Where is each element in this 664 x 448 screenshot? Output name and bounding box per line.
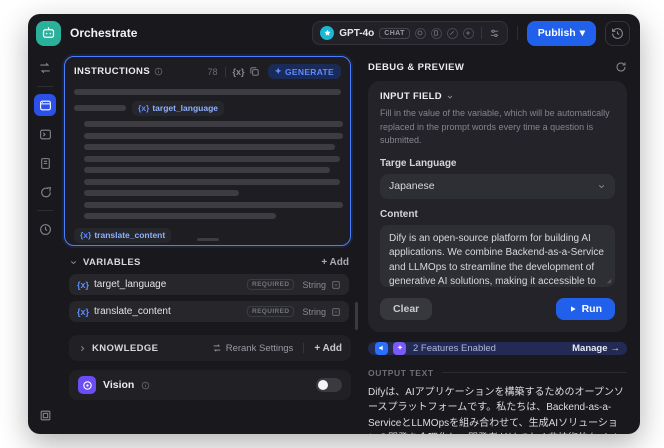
chevron-down-icon[interactable] xyxy=(446,93,454,101)
more-like-this-feature-icon xyxy=(393,341,406,355)
required-badge: REQUIRED xyxy=(246,306,295,317)
page-title: Orchestrate xyxy=(70,26,138,40)
sidebar-item-annotation[interactable] xyxy=(34,181,56,203)
skeleton-line xyxy=(84,155,341,162)
skeleton-line xyxy=(84,190,239,196)
skeleton-line xyxy=(84,167,330,173)
chevron-down-icon[interactable] xyxy=(69,258,78,267)
skeleton-line xyxy=(74,89,341,95)
input-field-card: INPUT FIELD Fill in the value of the var… xyxy=(368,81,627,332)
model-name: GPT-4o xyxy=(339,27,375,39)
info-icon xyxy=(154,67,163,76)
collapse-panel-icon[interactable] xyxy=(34,404,56,426)
run-button[interactable]: Run xyxy=(555,297,615,320)
output-text-content: Difyは、AIアプリケーションを構築するためのオープンソースプラットフォームで… xyxy=(368,386,624,435)
instructions-title: INSTRUCTIONS xyxy=(74,66,151,77)
capability-audio-icon xyxy=(462,27,474,39)
char-count: 78 xyxy=(207,66,218,77)
copy-icon[interactable] xyxy=(249,66,260,77)
variable-row-target-language[interactable]: {x} target_language REQUIRED String xyxy=(69,274,349,295)
switch-app-icon[interactable] xyxy=(34,57,56,79)
language-select[interactable]: Japanese xyxy=(380,173,615,199)
skeleton-line xyxy=(74,105,126,111)
rerank-settings-button[interactable]: Rerank Settings xyxy=(212,343,293,354)
refresh-icon[interactable] xyxy=(615,61,627,73)
skeleton-line xyxy=(84,201,343,208)
top-bar: Orchestrate GPT-4o CHAT Publish ▾ xyxy=(28,14,640,52)
add-variable-button[interactable]: + Add xyxy=(321,257,349,268)
text-to-speech-feature-icon xyxy=(375,341,388,355)
info-icon xyxy=(141,381,150,390)
version-history-button[interactable] xyxy=(605,20,630,46)
capability-document-icon xyxy=(430,27,442,39)
variable-tag-target-language[interactable]: {x} target_language xyxy=(132,100,224,116)
sidebar-item-history[interactable] xyxy=(34,218,56,240)
sparkle-icon: ✦ xyxy=(274,66,282,76)
app-logo-robot-icon[interactable] xyxy=(36,20,61,46)
capability-vision-icon xyxy=(414,27,426,39)
instructions-content[interactable]: {x} target_language {x} translate_content xyxy=(65,83,350,245)
language-field-label: Targe Language xyxy=(380,157,457,169)
required-badge: REQUIRED xyxy=(246,279,295,290)
chevron-right-icon[interactable] xyxy=(78,344,87,353)
sidebar-item-orchestrate[interactable] xyxy=(34,94,56,116)
arrow-right-icon: → xyxy=(610,342,621,354)
clear-button[interactable]: Clear xyxy=(380,297,433,320)
variable-settings-icon[interactable] xyxy=(331,307,341,317)
skeleton-line xyxy=(84,132,343,139)
vision-toggle[interactable] xyxy=(316,378,342,392)
publish-button[interactable]: Publish ▾ xyxy=(526,20,596,46)
knowledge-section[interactable]: KNOWLEDGE Rerank Settings + Add xyxy=(69,335,351,361)
vision-feature-row: Vision xyxy=(69,370,351,400)
features-enabled-text: 2 Features Enabled xyxy=(413,342,496,354)
model-mode-badge: CHAT xyxy=(379,27,410,39)
knowledge-title: KNOWLEDGE xyxy=(92,342,159,354)
variables-section: VARIABLES + Add {x} target_language REQU… xyxy=(64,246,351,322)
chevron-down-icon xyxy=(597,182,606,191)
skeleton-line xyxy=(84,121,343,127)
skeleton-line xyxy=(84,213,277,219)
debug-preview-title: DEBUG & PREVIEW xyxy=(368,61,465,73)
manage-features-link[interactable]: Manage → xyxy=(572,343,620,354)
sidebar-item-preview[interactable] xyxy=(34,123,56,145)
input-field-title: INPUT FIELD xyxy=(380,91,442,102)
model-provider-icon xyxy=(320,26,335,40)
divider xyxy=(441,372,627,373)
content-field-label: Content xyxy=(380,208,418,220)
left-icon-sidebar xyxy=(28,52,62,434)
variable-settings-icon[interactable] xyxy=(331,280,341,290)
generate-button[interactable]: ✦ GENERATE xyxy=(267,64,341,79)
vision-eye-icon xyxy=(78,376,96,394)
vision-label: Vision xyxy=(103,379,135,391)
capability-tool-icon xyxy=(446,27,458,39)
sidebar-item-logs[interactable] xyxy=(34,152,56,174)
add-knowledge-button[interactable]: + Add xyxy=(314,343,342,354)
model-params-sliders-icon[interactable] xyxy=(489,28,500,39)
variable-row-translate-content[interactable]: {x} translate_content REQUIRED String xyxy=(69,301,349,322)
content-textarea[interactable]: Dify is an open-source platform for buil… xyxy=(380,224,615,287)
instructions-editor[interactable]: INSTRUCTIONS 78 {x} ✦ GENERATE {x} targe… xyxy=(64,56,351,246)
debug-preview-panel: DEBUG & PREVIEW INPUT FIELD Fill in the … xyxy=(358,52,640,434)
play-icon xyxy=(570,305,576,312)
features-enabled-bar[interactable]: 2 Features Enabled Manage → xyxy=(368,341,627,355)
model-selector[interactable]: GPT-4o CHAT xyxy=(312,21,508,45)
orchestrate-panel: INSTRUCTIONS 78 {x} ✦ GENERATE {x} targe… xyxy=(62,52,358,434)
resize-handle[interactable] xyxy=(196,238,219,241)
app-window: Orchestrate GPT-4o CHAT Publish ▾ INSTRU… xyxy=(28,14,640,434)
variable-tag-translate-content[interactable]: {x} translate_content xyxy=(74,227,172,243)
scrollbar[interactable] xyxy=(355,302,358,330)
chevron-down-icon: ▾ xyxy=(579,27,585,39)
instructions-header: INSTRUCTIONS 78 {x} ✦ GENERATE xyxy=(65,57,350,83)
skeleton-line xyxy=(84,144,335,150)
variables-title: VARIABLES xyxy=(83,257,141,268)
insert-variable-button[interactable]: {x} xyxy=(233,67,245,77)
output-text-title: OUTPUT TEXT xyxy=(368,367,434,378)
skeleton-line xyxy=(84,178,341,185)
textarea-resize-grip[interactable] xyxy=(605,277,612,284)
input-field-description: Fill in the value of the variable, which… xyxy=(380,108,610,145)
